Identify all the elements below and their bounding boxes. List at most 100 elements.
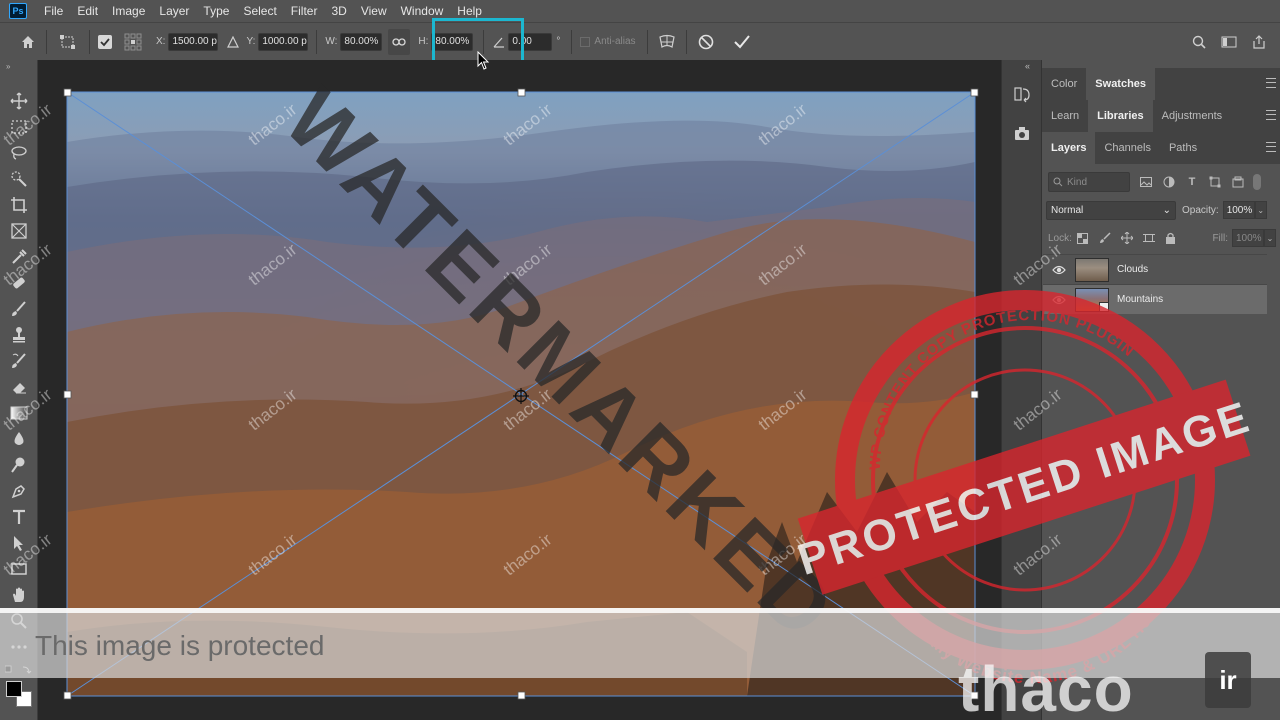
history-panel-icon[interactable] bbox=[1008, 80, 1036, 108]
marquee-tool-icon[interactable] bbox=[8, 117, 30, 137]
color-tab-row: Color Swatches bbox=[1042, 68, 1280, 100]
tab-learn[interactable]: Learn bbox=[1042, 100, 1088, 132]
visibility-eye-icon[interactable] bbox=[1051, 265, 1067, 275]
dodge-tool-icon[interactable] bbox=[8, 455, 30, 475]
panel-menu-icon[interactable] bbox=[1266, 142, 1276, 152]
lock-image-pixels-icon[interactable] bbox=[1098, 231, 1112, 245]
divider bbox=[685, 29, 687, 54]
opacity-dropdown-icon[interactable]: ⌄ bbox=[1254, 201, 1267, 219]
quick-selection-tool-icon[interactable] bbox=[8, 169, 30, 189]
y-label: Y: bbox=[246, 36, 256, 47]
collapse-panels-icon[interactable]: « bbox=[1025, 61, 1030, 71]
gradient-tool-icon[interactable] bbox=[8, 403, 30, 423]
layer-name[interactable]: Mountains bbox=[1117, 294, 1163, 305]
fill-field[interactable]: 100% bbox=[1232, 229, 1264, 247]
opacity-field[interactable]: 100% bbox=[1222, 201, 1255, 219]
clone-stamp-tool-icon[interactable] bbox=[8, 325, 30, 345]
history-brush-tool-icon[interactable] bbox=[8, 351, 30, 371]
photoshop-logo-icon: Ps bbox=[9, 3, 27, 19]
y-position-field[interactable]: 1000.00 px bbox=[258, 32, 309, 51]
panel-menu-icon[interactable] bbox=[1266, 78, 1276, 88]
blend-mode-select[interactable]: Normal ⌄ bbox=[1046, 200, 1176, 220]
fill-dropdown-icon[interactable]: ⌄ bbox=[1264, 229, 1276, 247]
commit-transform-icon[interactable] bbox=[731, 34, 753, 50]
brush-tool-icon[interactable] bbox=[8, 299, 30, 319]
antialias-label: Anti-alias bbox=[594, 36, 636, 47]
lock-transparent-pixels-icon[interactable] bbox=[1076, 231, 1090, 245]
layer-row[interactable]: Mountains bbox=[1043, 284, 1267, 314]
share-icon[interactable] bbox=[1248, 34, 1270, 49]
lock-all-icon[interactable] bbox=[1164, 231, 1178, 245]
tab-paths[interactable]: Paths bbox=[1160, 132, 1206, 164]
x-position-field[interactable]: 1500.00 px bbox=[168, 32, 219, 51]
filter-toggle[interactable] bbox=[1253, 174, 1261, 190]
reference-point-grid-icon[interactable] bbox=[122, 33, 144, 51]
document-image[interactable] bbox=[67, 92, 975, 696]
menu-layer[interactable]: Layer bbox=[152, 0, 196, 22]
cancel-transform-icon[interactable] bbox=[695, 34, 717, 50]
width-field[interactable]: 80.00% bbox=[340, 32, 383, 51]
tab-adjustments[interactable]: Adjustments bbox=[1153, 100, 1232, 132]
crop-tool-icon[interactable] bbox=[8, 195, 30, 215]
lock-label: Lock: bbox=[1048, 232, 1072, 244]
move-tool-icon[interactable] bbox=[8, 91, 30, 111]
tab-libraries[interactable]: Libraries bbox=[1088, 100, 1153, 132]
tab-channels[interactable]: Channels bbox=[1095, 132, 1159, 164]
type-layer-filter-icon[interactable]: T bbox=[1185, 175, 1199, 189]
lock-row: Lock: Fill: 100% ⌄ bbox=[1048, 228, 1276, 248]
workspace-icon[interactable] bbox=[1218, 36, 1240, 48]
menu-image[interactable]: Image bbox=[105, 0, 152, 22]
blend-mode-value: Normal bbox=[1051, 204, 1084, 216]
foreground-color-swatch[interactable] bbox=[6, 681, 22, 697]
smart-object-badge-icon bbox=[1099, 301, 1109, 312]
healing-brush-tool-icon[interactable] bbox=[8, 273, 30, 293]
menu-select[interactable]: Select bbox=[236, 0, 283, 22]
adjustment-layer-filter-icon[interactable] bbox=[1162, 175, 1176, 189]
libraries-tab-row: Learn Libraries Adjustments bbox=[1042, 100, 1280, 132]
smart-object-filter-icon[interactable] bbox=[1231, 175, 1245, 189]
relative-position-icon[interactable] bbox=[226, 35, 240, 48]
menu-view[interactable]: View bbox=[354, 0, 394, 22]
antialias-checkbox[interactable] bbox=[580, 36, 591, 47]
pixel-layer-filter-icon[interactable] bbox=[1139, 175, 1153, 189]
layer-name[interactable]: Clouds bbox=[1117, 264, 1148, 275]
type-tool-icon[interactable] bbox=[8, 507, 30, 527]
lock-artboard-icon[interactable] bbox=[1142, 231, 1156, 245]
transform-tool-icon[interactable] bbox=[55, 34, 81, 50]
home-icon[interactable] bbox=[18, 34, 38, 50]
search-icon[interactable] bbox=[1188, 35, 1210, 49]
visibility-eye-icon[interactable] bbox=[1051, 295, 1067, 305]
tab-swatches[interactable]: Swatches bbox=[1086, 68, 1156, 100]
tab-color[interactable]: Color bbox=[1042, 68, 1086, 100]
link-icon[interactable] bbox=[388, 28, 411, 55]
panel-menu-icon[interactable] bbox=[1266, 110, 1276, 120]
properties-panel-icon[interactable] bbox=[1008, 120, 1036, 148]
tab-layers[interactable]: Layers bbox=[1042, 132, 1096, 164]
menu-file[interactable]: File bbox=[37, 0, 70, 22]
site-logo-text: thaco bbox=[958, 653, 1134, 720]
blur-tool-icon[interactable] bbox=[8, 429, 30, 449]
shape-layer-filter-icon[interactable] bbox=[1208, 175, 1222, 189]
menu-edit[interactable]: Edit bbox=[70, 0, 105, 22]
hand-tool-icon[interactable] bbox=[8, 585, 30, 605]
layers-tab-row: Layers Channels Paths bbox=[1042, 132, 1280, 164]
fill-label: Fill: bbox=[1212, 232, 1228, 244]
menu-type[interactable]: Type bbox=[196, 0, 236, 22]
frame-tool-icon[interactable] bbox=[8, 221, 30, 241]
eraser-tool-icon[interactable] bbox=[8, 377, 30, 397]
path-selection-tool-icon[interactable] bbox=[8, 533, 30, 553]
reference-point-checkbox[interactable] bbox=[98, 34, 112, 49]
pen-tool-icon[interactable] bbox=[8, 481, 30, 501]
menu-3d[interactable]: 3D bbox=[324, 0, 353, 22]
collapse-chevron-icon[interactable]: » bbox=[6, 62, 10, 71]
layer-kind-filter[interactable]: Kind bbox=[1048, 172, 1130, 192]
menu-filter[interactable]: Filter bbox=[284, 0, 325, 22]
lasso-tool-icon[interactable] bbox=[8, 143, 30, 163]
rectangle-tool-icon[interactable] bbox=[8, 559, 30, 579]
eyedropper-tool-icon[interactable] bbox=[8, 247, 30, 267]
warp-icon[interactable] bbox=[656, 34, 678, 50]
layer-filter-row: Kind T bbox=[1048, 171, 1276, 193]
divider bbox=[571, 29, 573, 54]
layer-row[interactable]: Clouds bbox=[1043, 254, 1267, 284]
lock-position-icon[interactable] bbox=[1120, 231, 1134, 245]
